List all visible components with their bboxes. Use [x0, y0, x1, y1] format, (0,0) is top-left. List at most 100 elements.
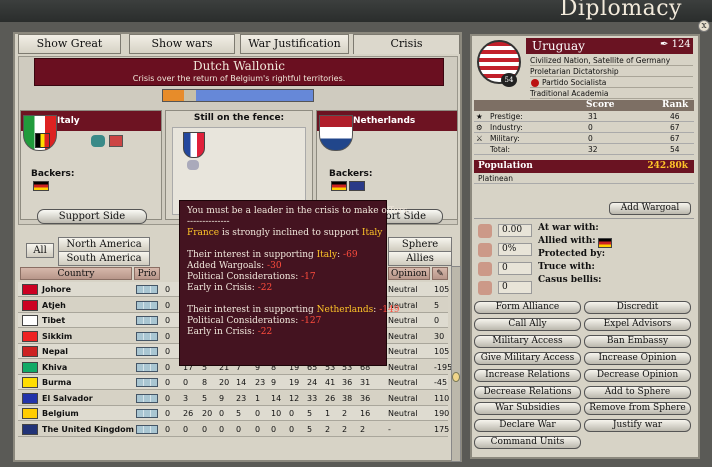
action-button[interactable]: Military Access [474, 334, 581, 348]
table-row[interactable]: El Salvador 0 3 5 9 23 1 14 12 33 26 38 36 Neutral 110 [18, 390, 449, 406]
priority-indicator[interactable] [136, 393, 158, 403]
action-button[interactable]: Form Alliance [474, 301, 581, 314]
relation-label: Protected by: [538, 249, 606, 259]
action-button[interactable]: Give Military Access [474, 351, 581, 365]
action-button[interactable]: Remove from Sphere [584, 402, 691, 416]
table-row[interactable]: The United Kingdom 0 0 0 0 0 0 0 0 5 2 2 2-175 [18, 421, 450, 437]
tooltip-line: France is strongly inclined to support I… [187, 228, 382, 239]
close-button[interactable]: x [698, 20, 710, 32]
priority-indicator[interactable] [136, 378, 158, 387]
add-wargoal-button[interactable]: Add Wargoal [609, 202, 691, 215]
side-value-row: 0 [478, 261, 532, 277]
priority-indicator[interactable] [136, 300, 158, 310]
value-cell: 0 [165, 362, 171, 372]
stat-score: 31 [588, 112, 598, 121]
action-button[interactable]: Increase Opinion [584, 351, 691, 365]
stat-label: Prestige: [490, 112, 523, 121]
stat-score: 0 [588, 134, 593, 143]
tab-war-justification[interactable]: War Justification [240, 34, 349, 54]
tab-show-great-powers[interactable]: Show Great Powers [18, 34, 121, 68]
crisis-header: Dutch Wallonic Crisis over the return of… [34, 58, 444, 86]
country-flag-icon [20, 391, 38, 406]
opinion-cell: - [388, 424, 391, 434]
value-cell: 9 [271, 378, 277, 387]
stat-label: Military: [490, 134, 520, 143]
tooltip-text: -22 [257, 283, 273, 293]
table-scrollbar[interactable] [451, 266, 461, 462]
score-badge: ✒ 124 [660, 39, 691, 50]
column-opinion[interactable]: Opinion [388, 267, 430, 280]
stats-rows: ★ Prestige: 31 46 ⚙ Industry: 0 67 ⚔ Military: 0 67… [474, 111, 694, 155]
stats-header: Score Rank [474, 100, 694, 111]
action-button[interactable]: Add to Sphere [584, 385, 691, 399]
influence-cell: 175 [434, 424, 450, 434]
tooltip-text: Early in Crisis: [187, 327, 258, 337]
tab-crisis[interactable]: Crisis [353, 34, 460, 54]
stat-label: Industry: [490, 123, 523, 132]
action-button[interactable]: Increase Relations [474, 368, 581, 382]
value-cell: 1 [325, 409, 331, 418]
column-country[interactable]: Country [20, 267, 132, 280]
value-cell: 10 [271, 409, 282, 418]
tooltip-text: Early in Crisis: [187, 283, 258, 293]
priority-indicator[interactable] [136, 316, 158, 325]
attacker-side: Italy Backers: Support Side [20, 110, 162, 224]
action-button[interactable]: Decrease Relations [474, 385, 581, 399]
action-button[interactable]: Discredit [584, 301, 691, 314]
gears-icon [187, 160, 199, 170]
opinion-cell: Neutral [388, 331, 418, 341]
country-name-cell: Nepal [42, 347, 68, 356]
tooltip-text: -69 [343, 250, 358, 260]
priority-indicator[interactable] [136, 409, 158, 418]
filter-allies-button[interactable]: Allies [388, 251, 452, 266]
filter-south-america-button[interactable]: South America [58, 251, 150, 266]
tooltip-text: -22 [257, 327, 273, 337]
table-row[interactable]: Burma 0 0 8 20 14 23 9 19 24 41 36 31 Neutral -45 [18, 375, 448, 390]
country-party: Partido Socialista [530, 78, 693, 88]
population-header: Population 242.80k [474, 160, 694, 173]
action-button[interactable]: War Subsidies [474, 402, 581, 416]
attacker-support-side-button[interactable]: Support Side [37, 209, 147, 224]
stats-box: Score Rank ★ Prestige: 31 46 ⚙ Industry: 0 67 ⚔ Mi… [474, 100, 694, 156]
priority-indicator[interactable] [136, 424, 158, 434]
action-button[interactable]: Justify war [584, 419, 691, 433]
country-flag-icon [20, 329, 38, 344]
value-cell: 12 [289, 393, 300, 403]
action-button[interactable]: Call Ally [474, 317, 581, 331]
action-button[interactable]: Decrease Opinion [584, 368, 691, 382]
column-prio[interactable]: Prio [134, 267, 160, 280]
scrollbar-thumb[interactable] [452, 372, 460, 382]
stat-row: ⚔ Military: 0 67 [474, 133, 694, 144]
action-button[interactable]: Ban Embassy [584, 334, 691, 348]
value-cell: 0 [255, 409, 261, 418]
priority-indicator[interactable] [136, 347, 158, 356]
relation-label: Allied with: [538, 236, 596, 246]
value-cell: 33 [307, 393, 318, 403]
priority-indicator[interactable] [136, 331, 158, 341]
france-shield-icon[interactable] [183, 132, 205, 158]
window-title: Diplomacy [559, 0, 682, 21]
value-cell: 31 [360, 378, 371, 387]
value-cell: 14 [236, 378, 247, 387]
tooltip-line: -------------- [187, 217, 230, 227]
table-row[interactable]: Belgium 0 26 20 0 5 0 10 0 5 1 2 16 Neutral 190 [18, 406, 449, 421]
action-button[interactable]: Expel Advisors [584, 317, 691, 331]
priority-indicator[interactable] [136, 362, 158, 372]
side-value: 0.00 [498, 224, 532, 237]
side-value-row: 0.00 [478, 223, 532, 239]
value-cell: 24 [307, 378, 318, 387]
column-influence-icon[interactable]: ✎ [432, 267, 448, 280]
filter-sphere-button[interactable]: Sphere [388, 237, 452, 252]
filter-all-button[interactable]: All [26, 243, 54, 258]
action-button[interactable]: Declare War [474, 419, 581, 433]
filter-north-america-button[interactable]: North America [58, 237, 150, 252]
action-button[interactable]: Command Units [474, 436, 581, 450]
side-value-row: 0 [478, 280, 532, 296]
priority-indicator[interactable] [136, 285, 158, 294]
stat-icon: ⚙ [476, 123, 483, 132]
tab-show-wars[interactable]: Show wars [129, 34, 235, 54]
status-icon [478, 243, 492, 257]
tooltip-text: -17 [301, 272, 316, 282]
country-flag-icon [20, 406, 38, 421]
stat-rank: 54 [670, 145, 680, 154]
